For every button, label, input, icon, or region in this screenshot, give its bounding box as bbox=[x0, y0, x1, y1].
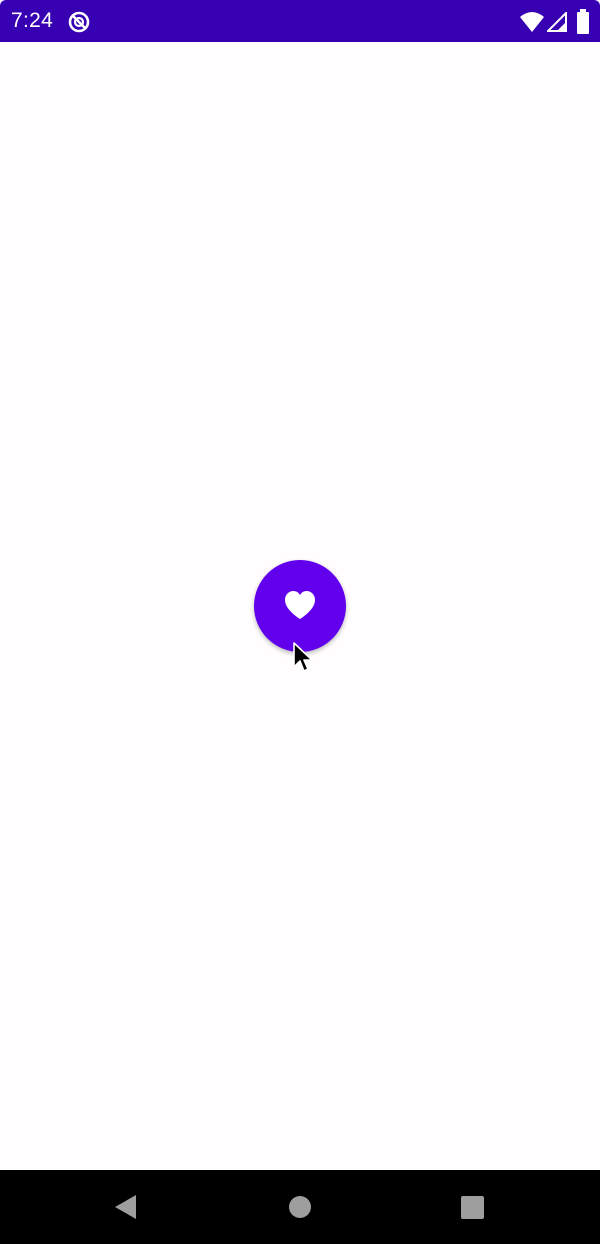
main-content bbox=[0, 42, 600, 1170]
status-bar: 7:24 bbox=[0, 0, 600, 42]
sync-icon bbox=[68, 11, 90, 33]
back-icon[interactable] bbox=[111, 1192, 141, 1222]
mouse-pointer-icon bbox=[293, 642, 313, 672]
favorite-fab-button[interactable] bbox=[254, 560, 346, 652]
status-clock: 7:24 bbox=[11, 9, 54, 32]
navigation-bar bbox=[0, 1170, 600, 1244]
cellular-signal-icon bbox=[547, 12, 567, 32]
phone-screen: 7:24 bbox=[0, 0, 600, 1244]
heart-icon bbox=[285, 591, 315, 619]
battery-icon bbox=[577, 9, 589, 34]
home-icon[interactable] bbox=[285, 1192, 315, 1222]
wifi-icon bbox=[520, 12, 544, 32]
recents-icon[interactable] bbox=[458, 1192, 488, 1222]
